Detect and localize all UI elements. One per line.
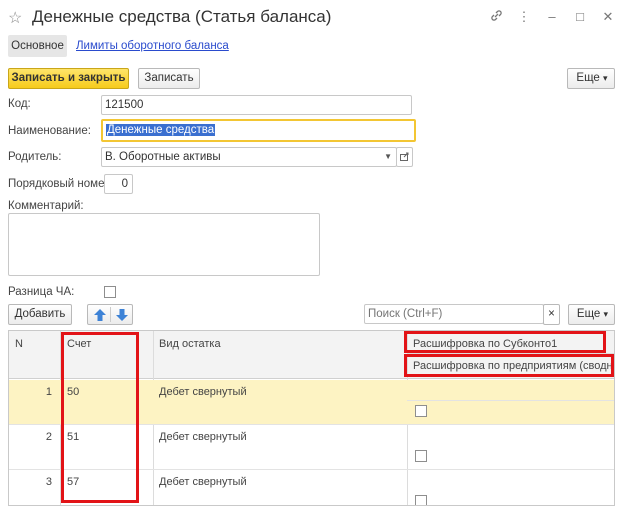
table-more-label: Еще bbox=[576, 308, 601, 320]
tab-turnover-limits[interactable]: Лимиты оборотного баланса bbox=[76, 35, 229, 57]
enterprises-checkbox[interactable] bbox=[415, 450, 427, 462]
more-button-label: Еще bbox=[576, 72, 600, 84]
subconto-header-highlight bbox=[404, 331, 606, 353]
move-buttons bbox=[87, 304, 133, 325]
save-button[interactable]: Записать bbox=[138, 68, 200, 89]
account-column-highlight bbox=[61, 332, 139, 503]
diff-label: Разница ЧА: bbox=[8, 286, 75, 298]
row-number: 2 bbox=[45, 431, 52, 443]
minimize-icon[interactable]: – bbox=[545, 9, 559, 25]
balance-type-cell[interactable]: Дебет свернутый bbox=[159, 386, 247, 398]
more-button[interactable]: Еще ▾ bbox=[567, 68, 615, 89]
row-number: 3 bbox=[45, 476, 52, 488]
window-title: Денежные средства (Статья баланса) bbox=[32, 7, 332, 26]
code-label: Код: bbox=[8, 98, 31, 110]
diff-checkbox[interactable] bbox=[104, 286, 116, 298]
close-icon[interactable]: ✕ bbox=[601, 9, 615, 25]
more-icon[interactable]: ⋮ bbox=[517, 9, 531, 25]
comment-textarea[interactable] bbox=[8, 213, 320, 276]
parent-field[interactable]: В. Оборотные активы ▼ bbox=[101, 147, 397, 167]
balance-type-cell[interactable]: Дебет свернутый bbox=[159, 476, 247, 488]
open-parent-button[interactable] bbox=[396, 147, 413, 167]
chevron-down-icon: ▾ bbox=[603, 309, 609, 319]
favorite-star-icon[interactable]: ☆ bbox=[8, 8, 22, 28]
comment-label: Комментарий: bbox=[8, 200, 84, 212]
maximize-icon[interactable]: □ bbox=[573, 9, 587, 25]
clear-search-button[interactable]: × bbox=[543, 304, 560, 325]
code-field[interactable]: 121500 bbox=[101, 95, 412, 115]
row-number: 1 bbox=[45, 386, 52, 398]
balance-type-cell[interactable]: Дебет свернутый bbox=[159, 431, 247, 443]
link-icon[interactable] bbox=[489, 9, 503, 25]
window-controls: ⋮ – □ ✕ bbox=[489, 9, 615, 25]
search-input[interactable] bbox=[364, 304, 544, 324]
name-field[interactable]: Денежные средства bbox=[101, 119, 416, 142]
arrow-down-icon[interactable] bbox=[115, 308, 129, 329]
parent-label: Родитель: bbox=[8, 151, 62, 163]
arrow-up-icon[interactable] bbox=[93, 308, 107, 329]
enterprises-header-highlight bbox=[404, 354, 614, 377]
chevron-down-icon: ▾ bbox=[603, 73, 608, 83]
parent-field-value: В. Оборотные активы bbox=[105, 151, 221, 163]
save-and-close-button[interactable]: Записать и закрыть bbox=[8, 68, 129, 89]
col-balance-type-header[interactable]: Вид остатка bbox=[159, 338, 221, 350]
order-number-field[interactable]: 0 bbox=[104, 174, 133, 194]
enterprises-checkbox[interactable] bbox=[415, 405, 427, 417]
open-link-icon bbox=[400, 152, 409, 161]
enterprises-checkbox[interactable] bbox=[415, 495, 427, 505]
order-number-label: Порядковый номер: bbox=[8, 178, 115, 190]
col-n-header[interactable]: N bbox=[15, 338, 23, 350]
table-more-button[interactable]: Еще ▾ bbox=[568, 304, 615, 325]
name-field-value: Денежные средства bbox=[106, 124, 216, 136]
name-label: Наименование: bbox=[8, 125, 91, 137]
dropdown-arrow-icon[interactable]: ▼ bbox=[384, 148, 392, 166]
add-row-button[interactable]: Добавить bbox=[8, 304, 72, 325]
tab-main[interactable]: Основное bbox=[8, 35, 67, 57]
